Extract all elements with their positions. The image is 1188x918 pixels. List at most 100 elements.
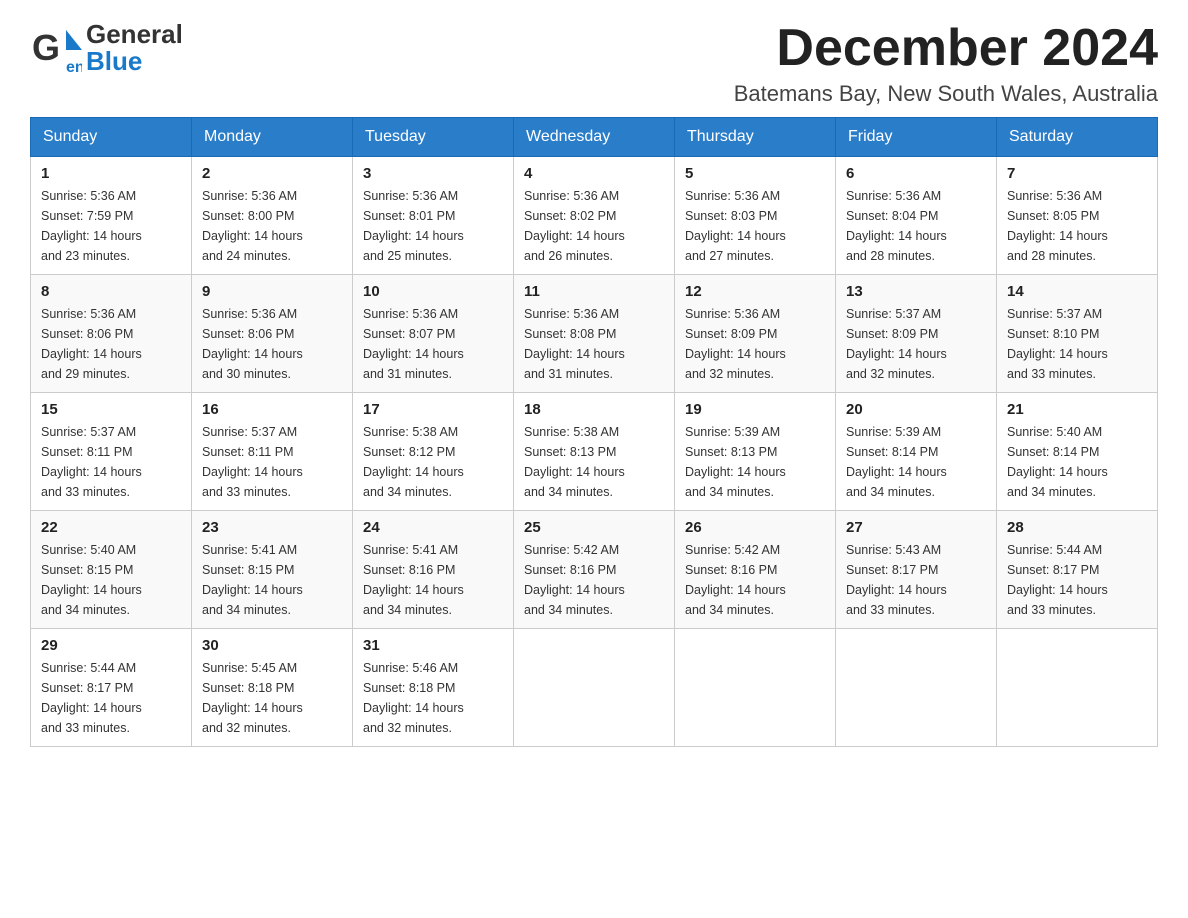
day-info: Sunrise: 5:38 AM Sunset: 8:13 PM Dayligh… <box>524 422 664 502</box>
day-info: Sunrise: 5:36 AM Sunset: 8:01 PM Dayligh… <box>363 186 503 266</box>
day-info: Sunrise: 5:45 AM Sunset: 8:18 PM Dayligh… <box>202 658 342 738</box>
day-info: Sunrise: 5:46 AM Sunset: 8:18 PM Dayligh… <box>363 658 503 738</box>
week-row-2: 8 Sunrise: 5:36 AM Sunset: 8:06 PM Dayli… <box>31 275 1158 393</box>
day-number: 9 <box>202 283 342 300</box>
header-wednesday: Wednesday <box>514 118 675 157</box>
calendar-cell: 29 Sunrise: 5:44 AM Sunset: 8:17 PM Dayl… <box>31 629 192 747</box>
day-number: 14 <box>1007 283 1147 300</box>
calendar-cell: 5 Sunrise: 5:36 AM Sunset: 8:03 PM Dayli… <box>675 157 836 275</box>
calendar-cell <box>514 629 675 747</box>
day-info: Sunrise: 5:38 AM Sunset: 8:12 PM Dayligh… <box>363 422 503 502</box>
day-info: Sunrise: 5:40 AM Sunset: 8:15 PM Dayligh… <box>41 540 181 620</box>
calendar-cell: 14 Sunrise: 5:37 AM Sunset: 8:10 PM Dayl… <box>997 275 1158 393</box>
calendar-cell: 25 Sunrise: 5:42 AM Sunset: 8:16 PM Dayl… <box>514 511 675 629</box>
calendar-cell: 21 Sunrise: 5:40 AM Sunset: 8:14 PM Dayl… <box>997 393 1158 511</box>
calendar-cell: 30 Sunrise: 5:45 AM Sunset: 8:18 PM Dayl… <box>192 629 353 747</box>
day-number: 5 <box>685 165 825 182</box>
day-info: Sunrise: 5:42 AM Sunset: 8:16 PM Dayligh… <box>685 540 825 620</box>
day-info: Sunrise: 5:36 AM Sunset: 8:09 PM Dayligh… <box>685 304 825 384</box>
day-info: Sunrise: 5:36 AM Sunset: 8:04 PM Dayligh… <box>846 186 986 266</box>
day-number: 12 <box>685 283 825 300</box>
day-number: 2 <box>202 165 342 182</box>
calendar-cell: 24 Sunrise: 5:41 AM Sunset: 8:16 PM Dayl… <box>353 511 514 629</box>
day-info: Sunrise: 5:39 AM Sunset: 8:14 PM Dayligh… <box>846 422 986 502</box>
day-info: Sunrise: 5:42 AM Sunset: 8:16 PM Dayligh… <box>524 540 664 620</box>
location-title: Batemans Bay, New South Wales, Australia <box>734 81 1158 107</box>
day-number: 20 <box>846 401 986 418</box>
day-number: 17 <box>363 401 503 418</box>
day-number: 1 <box>41 165 181 182</box>
day-info: Sunrise: 5:36 AM Sunset: 8:07 PM Dayligh… <box>363 304 503 384</box>
week-row-5: 29 Sunrise: 5:44 AM Sunset: 8:17 PM Dayl… <box>31 629 1158 747</box>
day-number: 11 <box>524 283 664 300</box>
day-number: 21 <box>1007 401 1147 418</box>
day-info: Sunrise: 5:37 AM Sunset: 8:11 PM Dayligh… <box>202 422 342 502</box>
day-number: 8 <box>41 283 181 300</box>
day-info: Sunrise: 5:36 AM Sunset: 8:06 PM Dayligh… <box>41 304 181 384</box>
svg-text:eneral: eneral <box>66 59 82 74</box>
calendar-cell <box>836 629 997 747</box>
calendar-cell: 26 Sunrise: 5:42 AM Sunset: 8:16 PM Dayl… <box>675 511 836 629</box>
day-number: 31 <box>363 637 503 654</box>
calendar-cell: 17 Sunrise: 5:38 AM Sunset: 8:12 PM Dayl… <box>353 393 514 511</box>
header-sunday: Sunday <box>31 118 192 157</box>
calendar-cell: 10 Sunrise: 5:36 AM Sunset: 8:07 PM Dayl… <box>353 275 514 393</box>
day-info: Sunrise: 5:37 AM Sunset: 8:11 PM Dayligh… <box>41 422 181 502</box>
day-info: Sunrise: 5:41 AM Sunset: 8:16 PM Dayligh… <box>363 540 503 620</box>
day-info: Sunrise: 5:36 AM Sunset: 8:00 PM Dayligh… <box>202 186 342 266</box>
week-row-1: 1 Sunrise: 5:36 AM Sunset: 7:59 PM Dayli… <box>31 157 1158 275</box>
header-friday: Friday <box>836 118 997 157</box>
calendar-cell: 7 Sunrise: 5:36 AM Sunset: 8:05 PM Dayli… <box>997 157 1158 275</box>
calendar-cell: 4 Sunrise: 5:36 AM Sunset: 8:02 PM Dayli… <box>514 157 675 275</box>
day-number: 25 <box>524 519 664 536</box>
header-monday: Monday <box>192 118 353 157</box>
day-info: Sunrise: 5:36 AM Sunset: 8:06 PM Dayligh… <box>202 304 342 384</box>
day-number: 3 <box>363 165 503 182</box>
calendar-cell: 6 Sunrise: 5:36 AM Sunset: 8:04 PM Dayli… <box>836 157 997 275</box>
day-number: 16 <box>202 401 342 418</box>
day-info: Sunrise: 5:39 AM Sunset: 8:13 PM Dayligh… <box>685 422 825 502</box>
week-row-3: 15 Sunrise: 5:37 AM Sunset: 8:11 PM Dayl… <box>31 393 1158 511</box>
day-info: Sunrise: 5:44 AM Sunset: 8:17 PM Dayligh… <box>41 658 181 738</box>
day-info: Sunrise: 5:36 AM Sunset: 8:02 PM Dayligh… <box>524 186 664 266</box>
calendar-cell: 27 Sunrise: 5:43 AM Sunset: 8:17 PM Dayl… <box>836 511 997 629</box>
calendar-cell: 11 Sunrise: 5:36 AM Sunset: 8:08 PM Dayl… <box>514 275 675 393</box>
calendar-cell: 16 Sunrise: 5:37 AM Sunset: 8:11 PM Dayl… <box>192 393 353 511</box>
day-number: 23 <box>202 519 342 536</box>
day-info: Sunrise: 5:36 AM Sunset: 7:59 PM Dayligh… <box>41 186 181 266</box>
calendar-cell: 3 Sunrise: 5:36 AM Sunset: 8:01 PM Dayli… <box>353 157 514 275</box>
day-info: Sunrise: 5:37 AM Sunset: 8:09 PM Dayligh… <box>846 304 986 384</box>
calendar-cell: 31 Sunrise: 5:46 AM Sunset: 8:18 PM Dayl… <box>353 629 514 747</box>
week-row-4: 22 Sunrise: 5:40 AM Sunset: 8:15 PM Dayl… <box>31 511 1158 629</box>
day-info: Sunrise: 5:41 AM Sunset: 8:15 PM Dayligh… <box>202 540 342 620</box>
day-number: 6 <box>846 165 986 182</box>
day-number: 13 <box>846 283 986 300</box>
calendar-cell <box>997 629 1158 747</box>
day-info: Sunrise: 5:37 AM Sunset: 8:10 PM Dayligh… <box>1007 304 1147 384</box>
day-info: Sunrise: 5:36 AM Sunset: 8:08 PM Dayligh… <box>524 304 664 384</box>
day-info: Sunrise: 5:44 AM Sunset: 8:17 PM Dayligh… <box>1007 540 1147 620</box>
calendar-cell: 28 Sunrise: 5:44 AM Sunset: 8:17 PM Dayl… <box>997 511 1158 629</box>
header-tuesday: Tuesday <box>353 118 514 157</box>
day-number: 28 <box>1007 519 1147 536</box>
svg-text:G: G <box>32 27 60 68</box>
day-number: 24 <box>363 519 503 536</box>
day-number: 19 <box>685 401 825 418</box>
day-number: 7 <box>1007 165 1147 182</box>
day-number: 30 <box>202 637 342 654</box>
month-title: December 2024 <box>734 20 1158 77</box>
logo-icon: G eneral <box>30 22 82 74</box>
day-number: 10 <box>363 283 503 300</box>
day-info: Sunrise: 5:36 AM Sunset: 8:03 PM Dayligh… <box>685 186 825 266</box>
calendar-cell: 20 Sunrise: 5:39 AM Sunset: 8:14 PM Dayl… <box>836 393 997 511</box>
calendar-cell: 12 Sunrise: 5:36 AM Sunset: 8:09 PM Dayl… <box>675 275 836 393</box>
calendar-cell: 9 Sunrise: 5:36 AM Sunset: 8:06 PM Dayli… <box>192 275 353 393</box>
calendar-cell: 13 Sunrise: 5:37 AM Sunset: 8:09 PM Dayl… <box>836 275 997 393</box>
calendar-cell: 15 Sunrise: 5:37 AM Sunset: 8:11 PM Dayl… <box>31 393 192 511</box>
title-area: December 2024 Batemans Bay, New South Wa… <box>734 20 1158 107</box>
day-number: 15 <box>41 401 181 418</box>
header-thursday: Thursday <box>675 118 836 157</box>
page-header: G eneral General Blue December 2024 Bate… <box>30 20 1158 107</box>
calendar-cell: 22 Sunrise: 5:40 AM Sunset: 8:15 PM Dayl… <box>31 511 192 629</box>
calendar-cell: 8 Sunrise: 5:36 AM Sunset: 8:06 PM Dayli… <box>31 275 192 393</box>
